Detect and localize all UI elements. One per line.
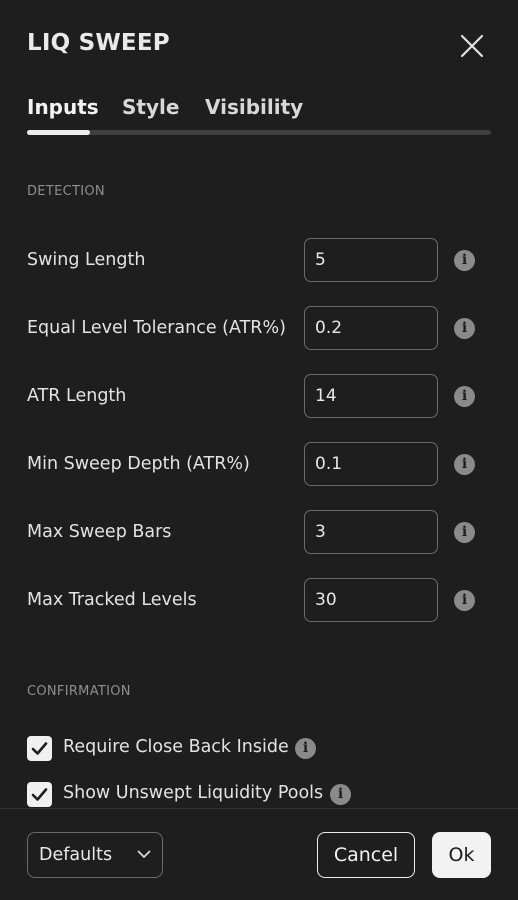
min-sweep-depth-input[interactable] [304, 442, 438, 486]
equal-level-tolerance-input[interactable] [304, 306, 438, 350]
max-sweep-bars-input[interactable] [304, 510, 438, 554]
tab-inputs[interactable]: Inputs [27, 95, 99, 119]
footer-divider [0, 808, 518, 809]
atr-length-label: ATR Length [27, 386, 127, 406]
info-icon[interactable]: i [454, 590, 475, 611]
tab-track [27, 130, 491, 135]
max-tracked-levels-input[interactable] [304, 578, 438, 622]
equal-level-tolerance-label: Equal Level Tolerance (ATR%) [27, 318, 286, 338]
show-unswept-liquidity-pools-checkbox[interactable] [27, 782, 52, 807]
cancel-button[interactable]: Cancel [317, 832, 415, 878]
close-icon[interactable] [458, 32, 486, 60]
tab-active-indicator [27, 130, 90, 135]
swing-length-input[interactable] [304, 238, 438, 282]
info-icon[interactable]: i [454, 318, 475, 339]
swing-length-label: Swing Length [27, 250, 146, 270]
require-close-back-inside-label: Require Close Back Inside [63, 737, 289, 757]
chevron-down-icon [137, 850, 151, 858]
require-close-back-inside-checkbox[interactable] [27, 736, 52, 761]
defaults-dropdown[interactable]: Defaults [27, 832, 163, 878]
ok-button[interactable]: Ok [432, 832, 491, 878]
max-tracked-levels-label: Max Tracked Levels [27, 590, 197, 610]
info-icon[interactable]: i [454, 522, 475, 543]
section-confirmation-heading: CONFIRMATION [27, 684, 131, 699]
checkmark-icon [31, 788, 48, 801]
max-sweep-bars-label: Max Sweep Bars [27, 522, 172, 542]
show-unswept-liquidity-pools-label: Show Unswept Liquidity Pools [63, 783, 324, 803]
info-icon[interactable]: i [330, 784, 351, 805]
info-icon[interactable]: i [454, 454, 475, 475]
atr-length-input[interactable] [304, 374, 438, 418]
info-icon[interactable]: i [454, 386, 475, 407]
info-icon[interactable]: i [454, 250, 475, 271]
checkmark-icon [31, 742, 48, 755]
dialog-title: LIQ SWEEP [27, 30, 170, 56]
info-icon[interactable]: i [295, 738, 316, 759]
section-detection-heading: DETECTION [27, 184, 105, 199]
tab-visibility[interactable]: Visibility [205, 95, 303, 119]
defaults-label: Defaults [39, 845, 113, 865]
min-sweep-depth-label: Min Sweep Depth (ATR%) [27, 454, 250, 474]
tab-style[interactable]: Style [122, 95, 179, 119]
